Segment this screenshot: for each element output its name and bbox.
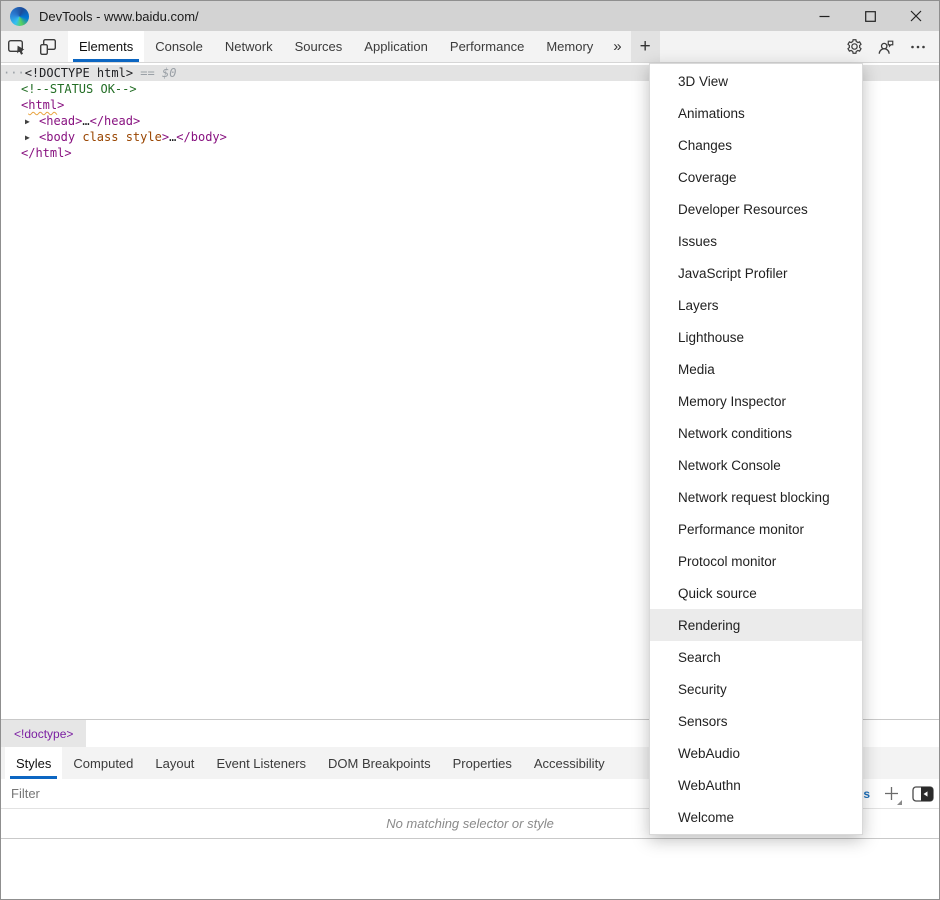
more-tabs-button[interactable]: » xyxy=(604,31,630,62)
more-tools-menu: 3D ViewAnimationsChangesCoverageDevelope… xyxy=(649,63,863,835)
menu-item-webauthn[interactable]: WebAuthn xyxy=(650,769,862,801)
tab-application[interactable]: Application xyxy=(353,31,439,62)
menu-item-rendering[interactable]: Rendering xyxy=(650,609,862,641)
menu-item-3d-view[interactable]: 3D View xyxy=(650,65,862,97)
menu-item-developer-resources[interactable]: Developer Resources xyxy=(650,193,862,225)
toggle-class-button[interactable]: s xyxy=(863,787,870,801)
window-title: DevTools - www.baidu.com/ xyxy=(39,9,199,24)
inspect-element-button[interactable] xyxy=(1,31,32,62)
styles-filter-icons: s xyxy=(863,779,934,808)
expand-arrow-icon[interactable]: ▶ xyxy=(25,130,39,146)
menu-item-javascript-profiler[interactable]: JavaScript Profiler xyxy=(650,257,862,289)
minimize-button[interactable] xyxy=(801,1,847,31)
titlebar: DevTools - www.baidu.com/ xyxy=(1,1,939,31)
dom-token: <head> xyxy=(39,114,82,128)
styles-filter-input[interactable]: Filter xyxy=(11,786,40,801)
new-style-rule-button[interactable] xyxy=(881,784,901,804)
menu-item-network-conditions[interactable]: Network conditions xyxy=(650,417,862,449)
devtools-window: DevTools - www.baidu.com/ xyxy=(0,0,940,900)
window-controls xyxy=(801,1,939,31)
dom-token: </head> xyxy=(90,114,141,128)
dom-token: … xyxy=(82,114,89,128)
menu-item-issues[interactable]: Issues xyxy=(650,225,862,257)
menu-item-coverage[interactable]: Coverage xyxy=(650,161,862,193)
device-toolbar-button[interactable] xyxy=(32,31,63,62)
edge-logo-icon xyxy=(10,7,29,26)
three-dots-icon xyxy=(910,39,926,55)
dom-token: ··· xyxy=(3,66,25,80)
close-icon xyxy=(910,10,922,22)
inspect-cursor-icon xyxy=(7,37,27,57)
menu-item-search[interactable]: Search xyxy=(650,641,862,673)
menu-item-webaudio[interactable]: WebAudio xyxy=(650,737,862,769)
toolbar-right xyxy=(841,31,939,62)
styles-tab-dom-breakpoints[interactable]: DOM Breakpoints xyxy=(317,747,442,779)
styles-tab-styles[interactable]: Styles xyxy=(5,747,62,779)
menu-item-security[interactable]: Security xyxy=(650,673,862,705)
toolbar-tabs: ElementsConsoleNetworkSourcesApplication… xyxy=(68,31,604,62)
menu-item-network-request-blocking[interactable]: Network request blocking xyxy=(650,481,862,513)
devtools-toolbar: ElementsConsoleNetworkSourcesApplication… xyxy=(1,31,939,63)
dom-token: == xyxy=(133,66,162,80)
tab-console[interactable]: Console xyxy=(144,31,214,62)
menu-item-welcome[interactable]: Welcome xyxy=(650,801,862,833)
styles-tab-event-listeners[interactable]: Event Listeners xyxy=(205,747,317,779)
tab-elements[interactable]: Elements xyxy=(68,31,144,62)
toggle-computed-sidebar-button[interactable] xyxy=(912,786,934,802)
minimize-icon xyxy=(819,11,830,22)
settings-button[interactable] xyxy=(841,34,867,60)
dom-token: <!DOCTYPE html> xyxy=(25,66,133,80)
tab-sources[interactable]: Sources xyxy=(284,31,354,62)
feedback-button[interactable] xyxy=(873,34,899,60)
close-button[interactable] xyxy=(893,1,939,31)
menu-item-animations[interactable]: Animations xyxy=(650,97,862,129)
dom-token: html xyxy=(28,98,57,112)
dom-token: class style xyxy=(75,130,162,144)
maximize-button[interactable] xyxy=(847,1,893,31)
menu-item-media[interactable]: Media xyxy=(650,353,862,385)
menu-item-lighthouse[interactable]: Lighthouse xyxy=(650,321,862,353)
sidebar-toggle-icon xyxy=(912,786,934,802)
dom-token: </html> xyxy=(21,146,72,160)
menu-item-quick-source[interactable]: Quick source xyxy=(650,577,862,609)
breadcrumb-doctype[interactable]: <!doctype> xyxy=(1,720,86,747)
plus-dropdown-corner-icon xyxy=(897,800,902,805)
menu-item-network-console[interactable]: Network Console xyxy=(650,449,862,481)
dom-token: > xyxy=(57,98,64,112)
dom-token: <!--STATUS OK--> xyxy=(21,82,137,96)
menu-item-memory-inspector[interactable]: Memory Inspector xyxy=(650,385,862,417)
styles-tab-properties[interactable]: Properties xyxy=(442,747,523,779)
more-tools-button[interactable]: + xyxy=(631,31,660,62)
tab-network[interactable]: Network xyxy=(214,31,284,62)
menu-item-performance-monitor[interactable]: Performance monitor xyxy=(650,513,862,545)
gear-icon xyxy=(846,38,863,55)
styles-pane-empty-area xyxy=(1,839,939,899)
devtools-menu-button[interactable] xyxy=(905,34,931,60)
menu-item-sensors[interactable]: Sensors xyxy=(650,705,862,737)
expand-arrow-icon[interactable]: ▶ xyxy=(25,114,39,130)
device-emulation-icon xyxy=(38,37,58,57)
dom-token: $0 xyxy=(162,66,176,80)
dom-token: <body xyxy=(39,130,75,144)
dom-token: </body> xyxy=(176,130,227,144)
styles-tab-layout[interactable]: Layout xyxy=(144,747,205,779)
maximize-icon xyxy=(865,11,876,22)
menu-item-protocol-monitor[interactable]: Protocol monitor xyxy=(650,545,862,577)
tab-memory[interactable]: Memory xyxy=(535,31,604,62)
feedback-person-icon xyxy=(877,38,895,56)
dom-token: > xyxy=(162,130,169,144)
styles-tab-accessibility[interactable]: Accessibility xyxy=(523,747,616,779)
styles-tab-computed[interactable]: Computed xyxy=(62,747,144,779)
menu-item-changes[interactable]: Changes xyxy=(650,129,862,161)
menu-item-layers[interactable]: Layers xyxy=(650,289,862,321)
tab-performance[interactable]: Performance xyxy=(439,31,535,62)
